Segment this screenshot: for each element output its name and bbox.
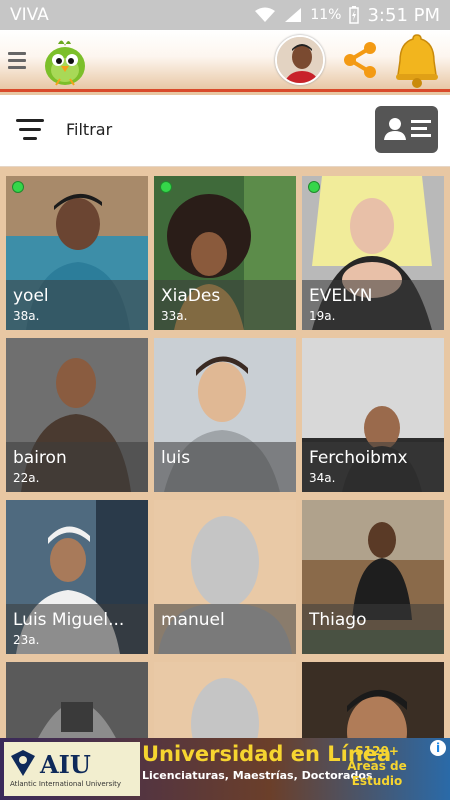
- profile-card[interactable]: EVELYN 19a.: [302, 176, 444, 330]
- profile-name: Luis Miguel...: [13, 610, 125, 630]
- default-avatar-placeholder: [154, 662, 296, 738]
- ad-banner[interactable]: AIU Atlantic International University Un…: [0, 738, 450, 800]
- status-bar: VIVA 11% 3:51 PM: [0, 0, 450, 30]
- ad-logo-text: AIU: [40, 750, 91, 779]
- wifi-icon: [255, 7, 276, 22]
- profile-card[interactable]: bairon 22a.: [6, 338, 148, 492]
- aiu-crest-icon: [11, 750, 35, 776]
- ad-logo-subtitle: Atlantic International University: [10, 780, 122, 788]
- app-header: [0, 30, 450, 92]
- filter-bar: Filtrar: [0, 95, 450, 167]
- profile-card[interactable]: XiaDes 33a.: [154, 176, 296, 330]
- profile-age: 38a.: [13, 309, 40, 323]
- carrier-label: VIVA: [10, 5, 49, 25]
- profile-age: 22a.: [13, 471, 40, 485]
- profile-grid: yoel 38a. XiaDes 33a. EVELYN 19a. bairon…: [6, 176, 446, 738]
- online-status-dot: [308, 181, 320, 193]
- profile-name: bairon: [13, 448, 67, 468]
- user-avatar[interactable]: [275, 35, 325, 85]
- profile-card[interactable]: yoel 38a.: [6, 176, 148, 330]
- online-status-dot: [160, 181, 172, 193]
- profile-name: Thiago: [309, 610, 367, 630]
- menu-icon[interactable]: [8, 48, 26, 74]
- profile-card[interactable]: [154, 662, 296, 738]
- profile-card[interactable]: Ferchoibmx 34a.: [302, 338, 444, 492]
- contact-card-button[interactable]: [375, 106, 438, 153]
- profile-card[interactable]: [302, 662, 444, 738]
- profile-age: 33a.: [161, 309, 188, 323]
- profile-age: 34a.: [309, 471, 336, 485]
- profile-card[interactable]: [6, 662, 148, 738]
- profile-name: Ferchoibmx: [309, 448, 408, 468]
- clock: 3:51 PM: [367, 4, 440, 26]
- profile-name: luis: [161, 448, 191, 468]
- profile-photo: [6, 662, 148, 738]
- share-icon[interactable]: [338, 38, 382, 82]
- filter-icon[interactable]: [16, 119, 44, 143]
- online-status-dot: [12, 181, 24, 193]
- bird-logo-icon[interactable]: [38, 34, 92, 88]
- profile-name: manuel: [161, 610, 225, 630]
- profile-card[interactable]: Luis Miguel... 23a.: [6, 500, 148, 654]
- battery-charging-icon: [349, 6, 360, 24]
- profile-name: EVELYN: [309, 286, 373, 306]
- filter-button-label[interactable]: Filtrar: [66, 120, 112, 139]
- contact-card-icon: [384, 118, 431, 140]
- profile-age: 19a.: [309, 309, 336, 323]
- battery-percent: 11%: [310, 7, 342, 23]
- profile-name: yoel: [13, 286, 49, 306]
- profile-photo: [302, 662, 444, 738]
- ad-info-icon[interactable]: i: [430, 740, 446, 756]
- profile-card[interactable]: manuel: [154, 500, 296, 654]
- profile-age: 23a.: [13, 633, 40, 647]
- profile-card[interactable]: Thiago: [302, 500, 444, 654]
- profile-card[interactable]: luis: [154, 338, 296, 492]
- profile-name: XiaDes: [161, 286, 221, 306]
- signal-icon: [285, 8, 302, 22]
- ad-side-text: S120+ Áreas de Estudio: [347, 744, 407, 788]
- bell-icon[interactable]: [388, 31, 446, 89]
- ad-logo: AIU Atlantic International University: [4, 742, 140, 796]
